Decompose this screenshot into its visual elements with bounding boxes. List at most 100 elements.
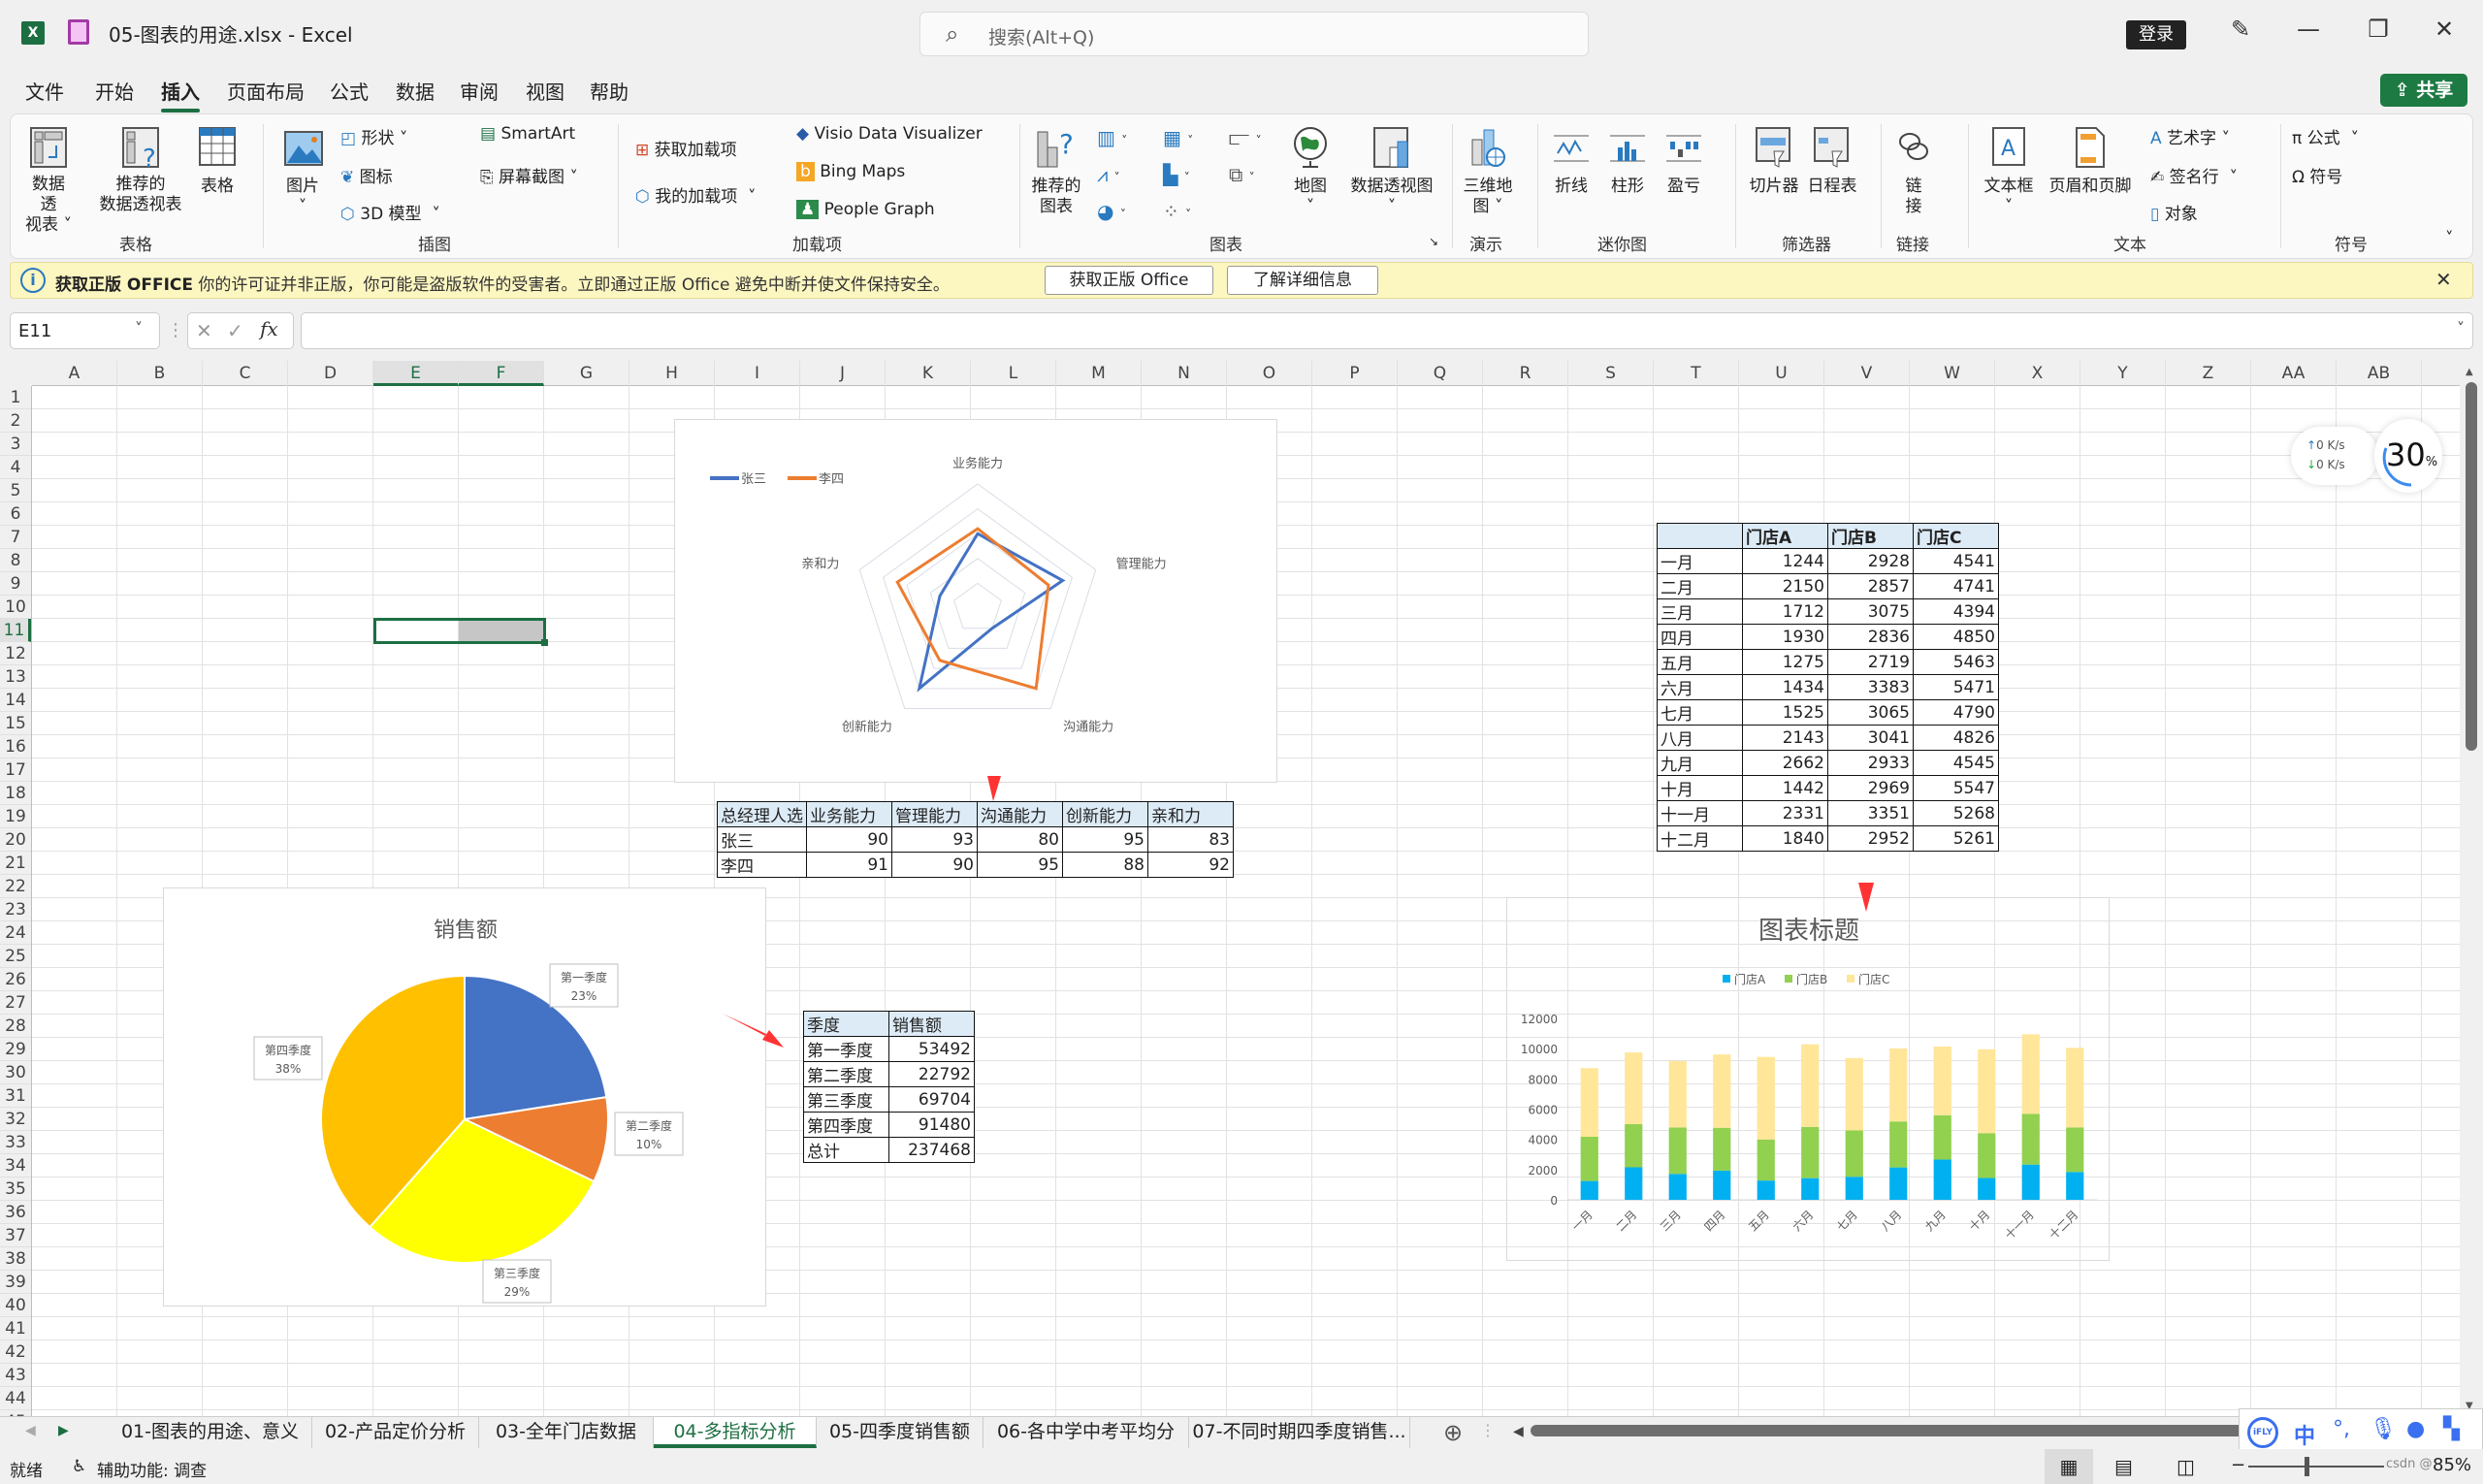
- table-cell[interactable]: 1275: [1742, 649, 1828, 675]
- table-cell[interactable]: 第三季度: [803, 1086, 889, 1113]
- share-button[interactable]: ⇪ 共享: [2380, 74, 2467, 107]
- table-button[interactable]: 表格: [195, 124, 240, 197]
- row-header-26[interactable]: 26: [0, 968, 31, 991]
- punctuation-icon[interactable]: °,: [2333, 1417, 2350, 1441]
- slicer-button[interactable]: 切片器: [1747, 124, 1801, 197]
- table-header-cell[interactable]: 管理能力: [891, 801, 978, 827]
- row-header-7[interactable]: 7: [0, 526, 31, 549]
- column-header-AB[interactable]: AB: [2337, 361, 2422, 386]
- bing-maps-button[interactable]: b Bing Maps: [796, 162, 905, 181]
- 3d-map-button[interactable]: 三维地图 ˅: [1462, 124, 1514, 217]
- table-cell[interactable]: 2143: [1742, 725, 1828, 751]
- column-header-L[interactable]: L: [971, 361, 1056, 386]
- table-cell[interactable]: 张三: [717, 826, 807, 853]
- row-header-37[interactable]: 37: [0, 1224, 31, 1247]
- table-cell[interactable]: 5463: [1913, 649, 1999, 675]
- table-header-cell[interactable]: 门店A: [1742, 523, 1828, 549]
- column-header-S[interactable]: S: [1568, 361, 1654, 386]
- row-header-21[interactable]: 21: [0, 852, 31, 875]
- table-cell[interactable]: 1840: [1742, 825, 1828, 852]
- hierarchy-chart-button[interactable]: ▦ ˅: [1163, 126, 1193, 149]
- column-header-H[interactable]: H: [629, 361, 715, 386]
- prev-sheet-icon[interactable]: ◀: [25, 1423, 36, 1438]
- zoom-slider-track[interactable]: [2248, 1466, 2384, 1468]
- row-header-28[interactable]: 28: [0, 1015, 31, 1038]
- column-header-V[interactable]: V: [1824, 361, 1910, 386]
- minimize-button[interactable]: —: [2289, 16, 2328, 43]
- table-cell[interactable]: 二月: [1657, 573, 1743, 599]
- column-header-K[interactable]: K: [886, 361, 971, 386]
- sheet-tab[interactable]: 06-各中学中考平均分: [984, 1417, 1189, 1448]
- table-cell[interactable]: 1525: [1742, 699, 1828, 726]
- symbol-button[interactable]: Ω 符号: [2292, 163, 2342, 187]
- maps-button[interactable]: 地图 ˅: [1287, 124, 1334, 217]
- table-cell[interactable]: 五月: [1657, 649, 1743, 675]
- row-header-44[interactable]: 44: [0, 1387, 31, 1410]
- table-cell[interactable]: 1712: [1742, 598, 1828, 625]
- row-header-25[interactable]: 25: [0, 945, 31, 968]
- ime-language-toggle[interactable]: 中: [2294, 1419, 2315, 1450]
- table-cell[interactable]: 总计: [803, 1137, 889, 1163]
- row-header-23[interactable]: 23: [0, 898, 31, 921]
- header-footer-button[interactable]: 页眉和页脚: [2044, 124, 2137, 197]
- table-cell[interactable]: 七月: [1657, 699, 1743, 726]
- table-cell[interactable]: 九月: [1657, 750, 1743, 776]
- row-header-22[interactable]: 22: [0, 875, 31, 898]
- table-cell[interactable]: 1434: [1742, 674, 1828, 700]
- row-header-31[interactable]: 31: [0, 1084, 31, 1108]
- row-header-14[interactable]: 14: [0, 689, 31, 712]
- column-header-J[interactable]: J: [800, 361, 886, 386]
- table-cell[interactable]: 4545: [1913, 750, 1999, 776]
- zoom-out-button[interactable]: −: [2231, 1455, 2245, 1475]
- table-cell[interactable]: 1244: [1742, 548, 1828, 574]
- picture-button[interactable]: 图片 ˅: [280, 124, 325, 217]
- sheet-tab[interactable]: 04-多指标分析: [654, 1417, 817, 1448]
- row-header-35[interactable]: 35: [0, 1178, 31, 1201]
- table-header-cell[interactable]: 亲和力: [1147, 801, 1234, 827]
- name-box[interactable]: E11 ˅: [10, 312, 160, 349]
- radar-chart[interactable]: 业务能力 管理能力 沟通能力 创新能力 亲和力 张三 李四: [674, 419, 1277, 783]
- accessibility-icon[interactable]: ♿: [72, 1457, 86, 1476]
- column-chart-button[interactable]: ▥ ˅: [1097, 126, 1127, 149]
- table-cell[interactable]: 3075: [1827, 598, 1914, 625]
- table-cell[interactable]: 5547: [1913, 775, 1999, 801]
- 3d-models-button[interactable]: ⬡ 3D 模型 ˅: [340, 200, 440, 224]
- row-header-32[interactable]: 32: [0, 1108, 31, 1131]
- row-header-33[interactable]: 33: [0, 1131, 31, 1154]
- table-cell[interactable]: 2662: [1742, 750, 1828, 776]
- vertical-scrollbar[interactable]: ▲ ▼: [2460, 361, 2483, 1416]
- table-cell[interactable]: 4850: [1913, 624, 1999, 650]
- table-cell[interactable]: 三月: [1657, 598, 1743, 625]
- table-cell[interactable]: 4394: [1913, 598, 1999, 625]
- table-cell[interactable]: 3351: [1827, 800, 1914, 826]
- column-header-W[interactable]: W: [1910, 361, 1995, 386]
- table-cell[interactable]: 十二月: [1657, 825, 1743, 852]
- cpu-usage-widget[interactable]: 30%: [2374, 419, 2442, 493]
- icons-button[interactable]: ❦ 图标: [340, 163, 393, 187]
- table-cell[interactable]: 2150: [1742, 573, 1828, 599]
- horizontal-scrollbar[interactable]: ◀: [1513, 1420, 2289, 1445]
- column-header-A[interactable]: A: [32, 361, 117, 386]
- column-header-C[interactable]: C: [203, 361, 288, 386]
- row-header-34[interactable]: 34: [0, 1154, 31, 1178]
- table-header-cell[interactable]: 销售额: [888, 1011, 975, 1037]
- visio-button[interactable]: ◆ Visio Data Visualizer: [796, 124, 983, 144]
- shapes-button[interactable]: ◰ 形状 ˅: [340, 124, 407, 148]
- table-cell[interactable]: 2857: [1827, 573, 1914, 599]
- splitter-handle[interactable]: ⋮: [1480, 1421, 1496, 1439]
- column-header-X[interactable]: X: [1995, 361, 2080, 386]
- column-header-T[interactable]: T: [1654, 361, 1739, 386]
- table-cell[interactable]: 十一月: [1657, 800, 1743, 826]
- cancel-icon[interactable]: ✕: [196, 319, 212, 342]
- tab-page-layout[interactable]: 页面布局: [227, 77, 305, 105]
- column-header-Q[interactable]: Q: [1398, 361, 1483, 386]
- column-header-I[interactable]: I: [715, 361, 800, 386]
- people-graph-button[interactable]: ♟ People Graph: [796, 200, 935, 219]
- column-header-O[interactable]: O: [1227, 361, 1312, 386]
- accessibility-status[interactable]: 辅助功能: 调查: [97, 1457, 207, 1481]
- my-addins-button[interactable]: ⬡ 我的加载项 ˅: [635, 182, 757, 207]
- scroll-up-icon[interactable]: ▲: [2466, 367, 2473, 377]
- select-all-button[interactable]: [0, 361, 32, 386]
- link-button[interactable]: 链接: [1892, 124, 1935, 217]
- user-icon[interactable]: ●: [2406, 1417, 2425, 1441]
